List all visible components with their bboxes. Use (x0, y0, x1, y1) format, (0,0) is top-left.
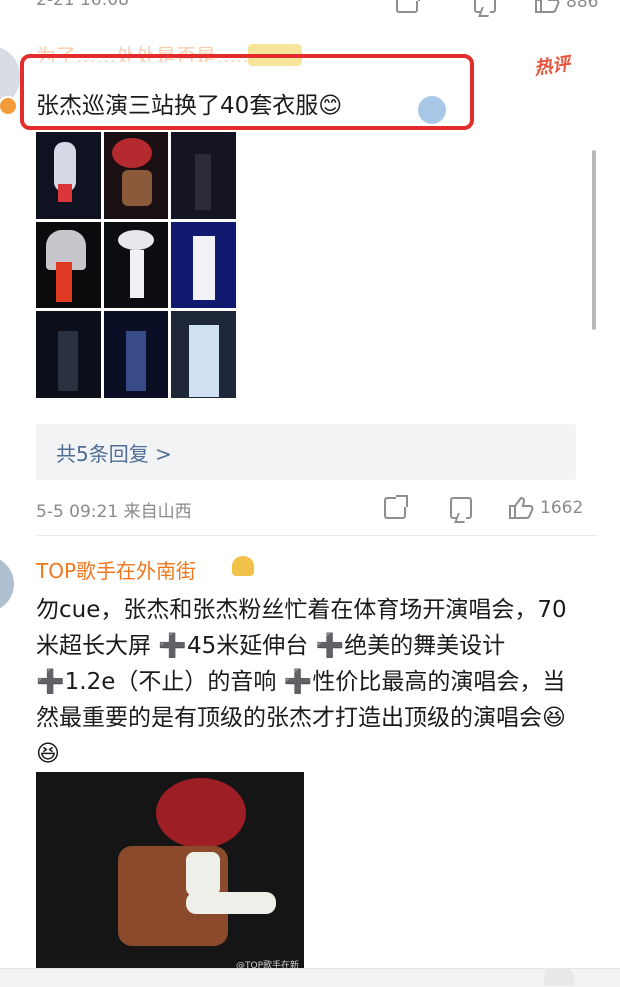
grid-image-3[interactable] (171, 132, 236, 219)
divider (36, 535, 598, 536)
scrollbar[interactable] (592, 150, 596, 330)
comment-photo[interactable]: @TOP歌手在新 (36, 772, 304, 972)
comment-icon[interactable] (474, 0, 496, 13)
grid-image-7[interactable] (36, 311, 101, 398)
performer-legs (186, 892, 276, 914)
avatar[interactable] (0, 556, 14, 612)
image-grid[interactable] (36, 132, 236, 398)
bottom-bar (0, 968, 620, 987)
grid-image-1[interactable] (36, 132, 101, 219)
comment-text: 张杰巡演三站换了40套衣服😊 (36, 93, 343, 119)
grid-image-4[interactable] (36, 221, 101, 309)
smile-emoji-icon: 😊 (318, 93, 343, 119)
share-icon[interactable] (384, 495, 408, 519)
replies-button[interactable]: 共5条回复 > (36, 424, 576, 480)
performer-figure (186, 852, 220, 896)
comment-meta: 5-5 09:21 来自山西 (36, 502, 192, 522)
prev-comment-actions: 886 (396, 0, 598, 14)
grid-image-2[interactable] (103, 132, 169, 219)
hot-comment-tag: 热评 (532, 53, 572, 80)
comment-icon[interactable] (450, 497, 472, 519)
like-count: 1662 (540, 498, 584, 518)
rose-prop (156, 778, 246, 848)
close-icon[interactable] (544, 968, 574, 986)
like-icon[interactable] (534, 0, 560, 14)
sticker-icon (418, 96, 446, 124)
grid-image-6[interactable] (171, 221, 236, 309)
prev-comment-meta: 2-21 16:08 (36, 0, 129, 10)
crown-badge-icon (232, 556, 254, 576)
username[interactable]: TOP歌手在外南街 (36, 555, 196, 584)
replies-label: 共5条回复 > (56, 442, 172, 466)
grid-image-9[interactable] (171, 311, 236, 398)
comment-actions: 1662 (384, 495, 584, 520)
grid-image-8[interactable] (103, 311, 169, 398)
verified-badge-icon (0, 96, 18, 116)
like-count: 886 (566, 0, 599, 12)
like-icon[interactable] (508, 496, 534, 520)
comment-text: 勿cue，张杰和张杰粉丝忙着在体育场开演唱会，70米超长大屏 ➕45米延伸台 ➕… (36, 597, 567, 767)
grid-image-5[interactable] (103, 221, 169, 309)
share-icon[interactable] (396, 0, 420, 13)
